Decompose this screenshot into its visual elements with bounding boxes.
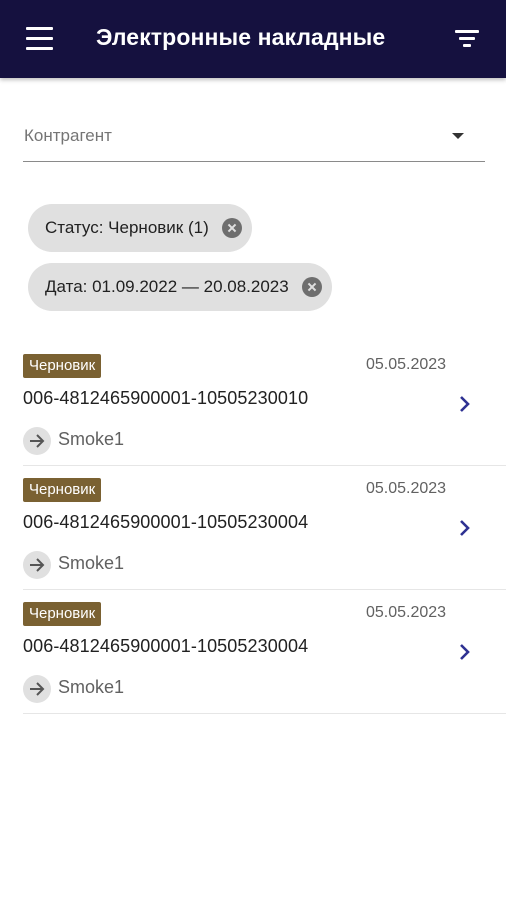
invoice-date: 05.05.2023 — [366, 356, 447, 373]
hamburger-menu-icon[interactable] — [26, 27, 54, 51]
invoice-number: 006-4812465900001-10505230004 — [23, 512, 309, 532]
status-badge: Черновик — [23, 478, 102, 502]
counterparty-name: Smoke1 — [58, 429, 125, 449]
status-badge: Черновик — [23, 354, 102, 378]
invoice-date: 05.05.2023 — [366, 480, 447, 497]
arrow-right-icon — [23, 551, 51, 579]
close-icon[interactable] — [221, 218, 242, 238]
status-badge: Черновик — [23, 602, 102, 626]
invoice-number: 006-4812465900001-10505230010 — [23, 388, 309, 408]
chip-label: Статус: Черновик (1) — [45, 218, 209, 237]
list-item[interactable]: Черновик 05.05.2023 006-4812465900001-10… — [23, 466, 506, 590]
invoice-number: 006-4812465900001-10505230004 — [23, 636, 309, 656]
filter-icon[interactable] — [455, 30, 481, 50]
close-icon[interactable] — [301, 277, 322, 297]
invoice-date: 05.05.2023 — [366, 604, 447, 621]
app-bar: Электронные накладные — [0, 0, 506, 78]
list-item[interactable]: Черновик 05.05.2023 006-4812465900001-10… — [23, 342, 506, 466]
contractor-label: Контрагент — [24, 126, 112, 145]
dropdown-caret-icon — [452, 133, 464, 139]
contractor-dropdown[interactable]: Контрагент — [23, 112, 485, 162]
arrow-right-icon — [23, 675, 51, 703]
list-item[interactable]: Черновик 05.05.2023 006-4812465900001-10… — [23, 590, 506, 714]
chevron-right-icon[interactable] — [458, 518, 472, 538]
counterparty-name: Smoke1 — [58, 677, 125, 697]
invoice-list: Черновик 05.05.2023 006-4812465900001-10… — [0, 342, 506, 714]
page-title: Электронные накладные — [96, 24, 386, 50]
chip-label: Дата: 01.09.2022 — 20.08.2023 — [45, 277, 289, 296]
status-filter-chip[interactable]: Статус: Черновик (1) — [28, 204, 252, 252]
chevron-right-icon[interactable] — [458, 394, 472, 414]
chevron-right-icon[interactable] — [458, 642, 472, 662]
date-filter-chip[interactable]: Дата: 01.09.2022 — 20.08.2023 — [28, 263, 332, 311]
arrow-right-icon — [23, 427, 51, 455]
counterparty-name: Smoke1 — [58, 553, 125, 573]
